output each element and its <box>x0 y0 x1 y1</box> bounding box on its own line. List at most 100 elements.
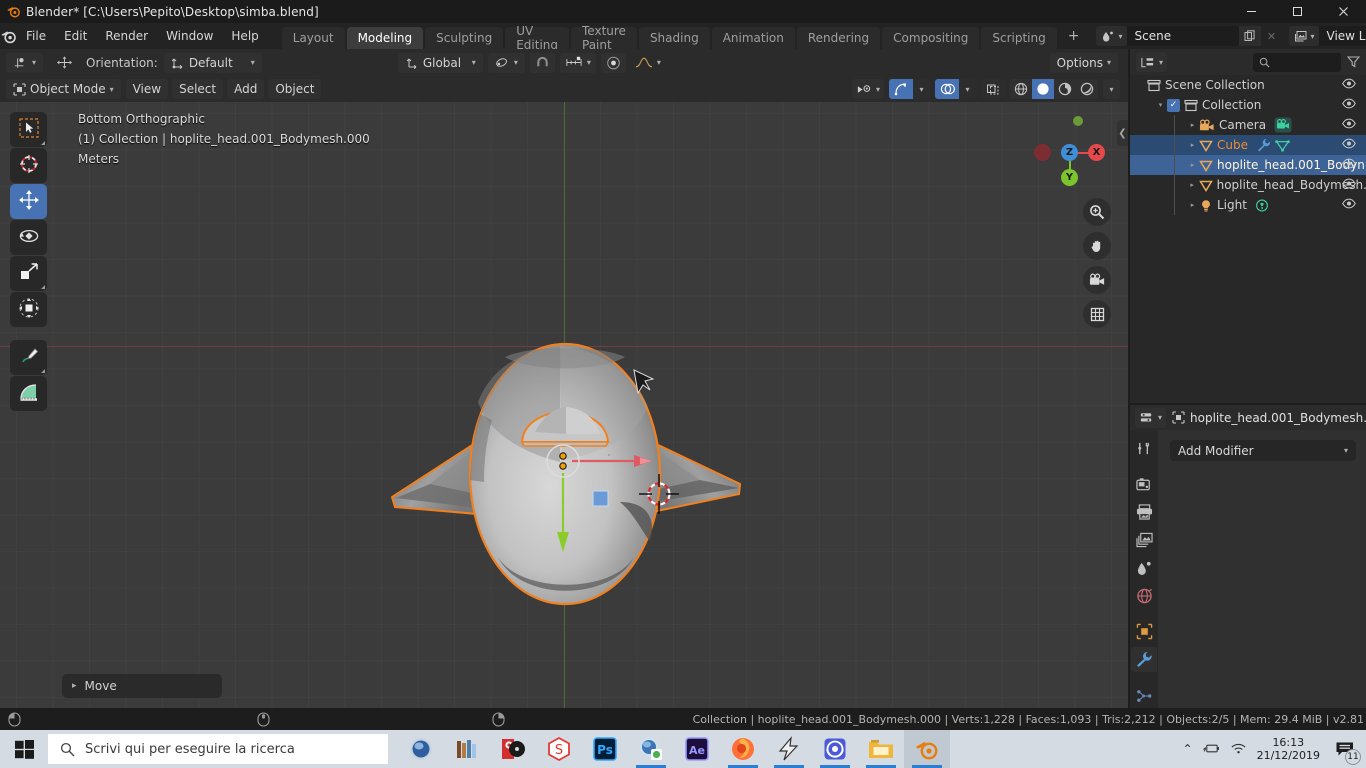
operator-panel[interactable]: ▸ Move <box>62 674 222 698</box>
minimize-button[interactable] <box>1228 0 1274 23</box>
taskbar-app-aftereffects[interactable]: Ae <box>674 730 720 768</box>
navigation-gizmo[interactable]: Z X Y <box>1027 110 1113 196</box>
wifi-icon[interactable] <box>1230 740 1247 759</box>
light-data-icon[interactable] <box>1255 199 1269 212</box>
workspace-tab-animation[interactable]: Animation <box>711 27 795 49</box>
annotate-tool[interactable] <box>10 340 47 375</box>
object-mode-dropdown[interactable]: Object Mode ▾ <box>6 79 121 99</box>
workspace-tab-compositing[interactable]: Compositing <box>882 27 980 49</box>
viewport-menu-add[interactable]: Add <box>227 79 265 99</box>
viewport-menu-object[interactable]: Object <box>268 79 322 99</box>
menu-file[interactable]: File <box>17 26 55 46</box>
scene-name-field[interactable]: Scene <box>1126 26 1239 46</box>
workspace-tab-rendering[interactable]: Rendering <box>796 27 881 49</box>
menu-help[interactable]: Help <box>222 26 267 46</box>
shading-dropdown[interactable]: ▾ <box>1103 79 1120 99</box>
workspace-tab-uv-editing[interactable]: UV Editing <box>505 24 569 52</box>
collection-checkbox[interactable]: ✓ <box>1167 98 1180 112</box>
outliner-row-light[interactable]: ▸ Light <box>1130 195 1366 215</box>
wireframe-shading-icon[interactable] <box>1010 79 1032 99</box>
taskbar-search-input[interactable]: Scrivi qui per eseguire la ricerca <box>48 734 388 764</box>
outliner-display-mode[interactable]: ▾ <box>1136 52 1168 72</box>
rotate-tool[interactable] <box>10 220 47 255</box>
outliner-row-hoplite-head-bodymesh[interactable]: ▸ hoplite_head_Bodymesh. <box>1130 175 1366 195</box>
pan-hand-icon[interactable] <box>1083 232 1111 260</box>
taskbar-app-winamp[interactable] <box>766 730 812 768</box>
solid-shading-icon[interactable] <box>1032 79 1054 99</box>
visibility-eye-icon[interactable] <box>1342 178 1356 192</box>
expand-triangle-icon[interactable]: ▸ <box>1186 181 1199 189</box>
menu-render[interactable]: Render <box>96 26 157 46</box>
taskbar-app-eye[interactable] <box>398 730 444 768</box>
overlays-toggle[interactable] <box>935 79 959 99</box>
funnel-filter-icon[interactable] <box>1346 53 1361 72</box>
visibility-eye-icon[interactable] <box>1342 118 1356 132</box>
overlays-dropdown[interactable]: ▾ <box>959 79 976 99</box>
workspace-tab-sculpting[interactable]: Sculpting <box>425 27 504 49</box>
modifier-tab[interactable] <box>1131 647 1157 673</box>
snap-target-dropdown[interactable]: ▾ <box>559 52 596 73</box>
x-ray-toggle-icon[interactable] <box>981 79 1005 99</box>
unlink-scene-button[interactable]: ✕ <box>1261 26 1283 46</box>
transform-orientation-button[interactable]: Global ▾ <box>397 52 483 73</box>
viewport-menu-select[interactable]: Select <box>172 79 224 99</box>
object-tab[interactable] <box>1131 619 1157 644</box>
visibility-eye-icon[interactable] <box>1342 138 1356 152</box>
expand-triangle-icon[interactable]: ▸ <box>1186 201 1199 209</box>
rendered-shading-icon[interactable] <box>1076 79 1098 99</box>
cursor-tool[interactable] <box>10 148 47 183</box>
expand-triangle-icon[interactable]: ▸ <box>1186 121 1199 129</box>
tool-tab[interactable] <box>1131 436 1157 461</box>
visibility-eye-icon[interactable] <box>1342 198 1356 212</box>
expand-triangle-icon[interactable]: ▸ <box>1186 161 1199 169</box>
taskbar-app-photoshop[interactable]: Ps <box>582 730 628 768</box>
pivot-point-dropdown[interactable]: ▾ <box>487 52 525 73</box>
modifier-wrench-icon[interactable] <box>1256 138 1271 152</box>
visibility-eye-icon[interactable] <box>1342 78 1356 92</box>
gizmo-axis-neg-x[interactable] <box>1034 144 1051 161</box>
workspace-tab-scripting[interactable]: Scripting <box>981 27 1057 49</box>
taskbar-app-browser[interactable] <box>628 730 674 768</box>
outliner-tree[interactable]: Scene Collection ▾ ✓ Collection ▸ Camera ▸ Cube… <box>1130 75 1366 403</box>
taskbar-app-zbrush[interactable] <box>812 730 858 768</box>
windows-start-icon[interactable] <box>0 730 48 768</box>
tweak-select-box-tool[interactable] <box>10 112 47 147</box>
sidebar-collapse-arrow[interactable]: ❮ <box>1117 120 1128 146</box>
add-workspace-button[interactable]: + <box>1059 25 1089 47</box>
render-tab[interactable] <box>1131 472 1157 497</box>
viewport-menu-view[interactable]: View <box>125 79 169 99</box>
expand-triangle-icon[interactable]: ▸ <box>1186 141 1199 149</box>
snap-magnet-toggle[interactable] <box>529 52 555 73</box>
new-scene-button[interactable] <box>1238 26 1261 46</box>
gizmo-axis-x[interactable]: X <box>1088 144 1105 161</box>
maximize-button[interactable] <box>1274 0 1320 23</box>
taskbar-app-explorer[interactable] <box>858 730 904 768</box>
snap-move-icon[interactable] <box>49 53 80 73</box>
taskbar-app-media[interactable] <box>490 730 536 768</box>
outliner-row-cube[interactable]: ▸ Cube <box>1130 135 1366 155</box>
transform-pivot-button[interactable]: ▾ <box>6 52 44 73</box>
view-layer-tab[interactable] <box>1131 528 1157 553</box>
camera-data-icon[interactable] <box>1274 117 1292 133</box>
gizmo-axis-y[interactable]: Y <box>1061 169 1078 186</box>
outliner-row-hoplite-head-001-bodyn[interactable]: ▸ hoplite_head.001_Bodyn <box>1130 155 1366 175</box>
world-tab[interactable] <box>1131 583 1157 608</box>
camera-view-icon[interactable] <box>1083 266 1111 294</box>
expand-triangle-icon[interactable]: ▾ <box>1154 101 1167 109</box>
tray-expand-chevron-icon[interactable]: ⌃ <box>1183 742 1193 756</box>
zoom-icon[interactable] <box>1083 198 1111 226</box>
output-tab[interactable] <box>1131 500 1157 525</box>
orientation-dropdown[interactable]: Default ▾ <box>163 52 262 73</box>
transform-tool[interactable] <box>10 292 47 327</box>
3d-viewport[interactable]: Bottom Orthographic (1) Collection | hop… <box>0 102 1128 708</box>
outliner-row-collection[interactable]: ▾ ✓ Collection <box>1130 95 1366 115</box>
measure-tool[interactable] <box>10 376 47 411</box>
workspace-tab-texture-paint[interactable]: Texture Paint <box>571 24 637 52</box>
taskbar-app-firefox[interactable] <box>720 730 766 768</box>
scene-tab[interactable] <box>1131 556 1157 581</box>
menu-edit[interactable]: Edit <box>55 26 96 46</box>
object-visibility-dropdown[interactable]: ▾ <box>851 79 884 99</box>
proportional-editing-toggle[interactable] <box>600 52 626 73</box>
workspace-tab-modeling[interactable]: Modeling <box>346 27 424 49</box>
taskbar-clock[interactable]: 16:13 21/12/2019 <box>1257 736 1320 762</box>
